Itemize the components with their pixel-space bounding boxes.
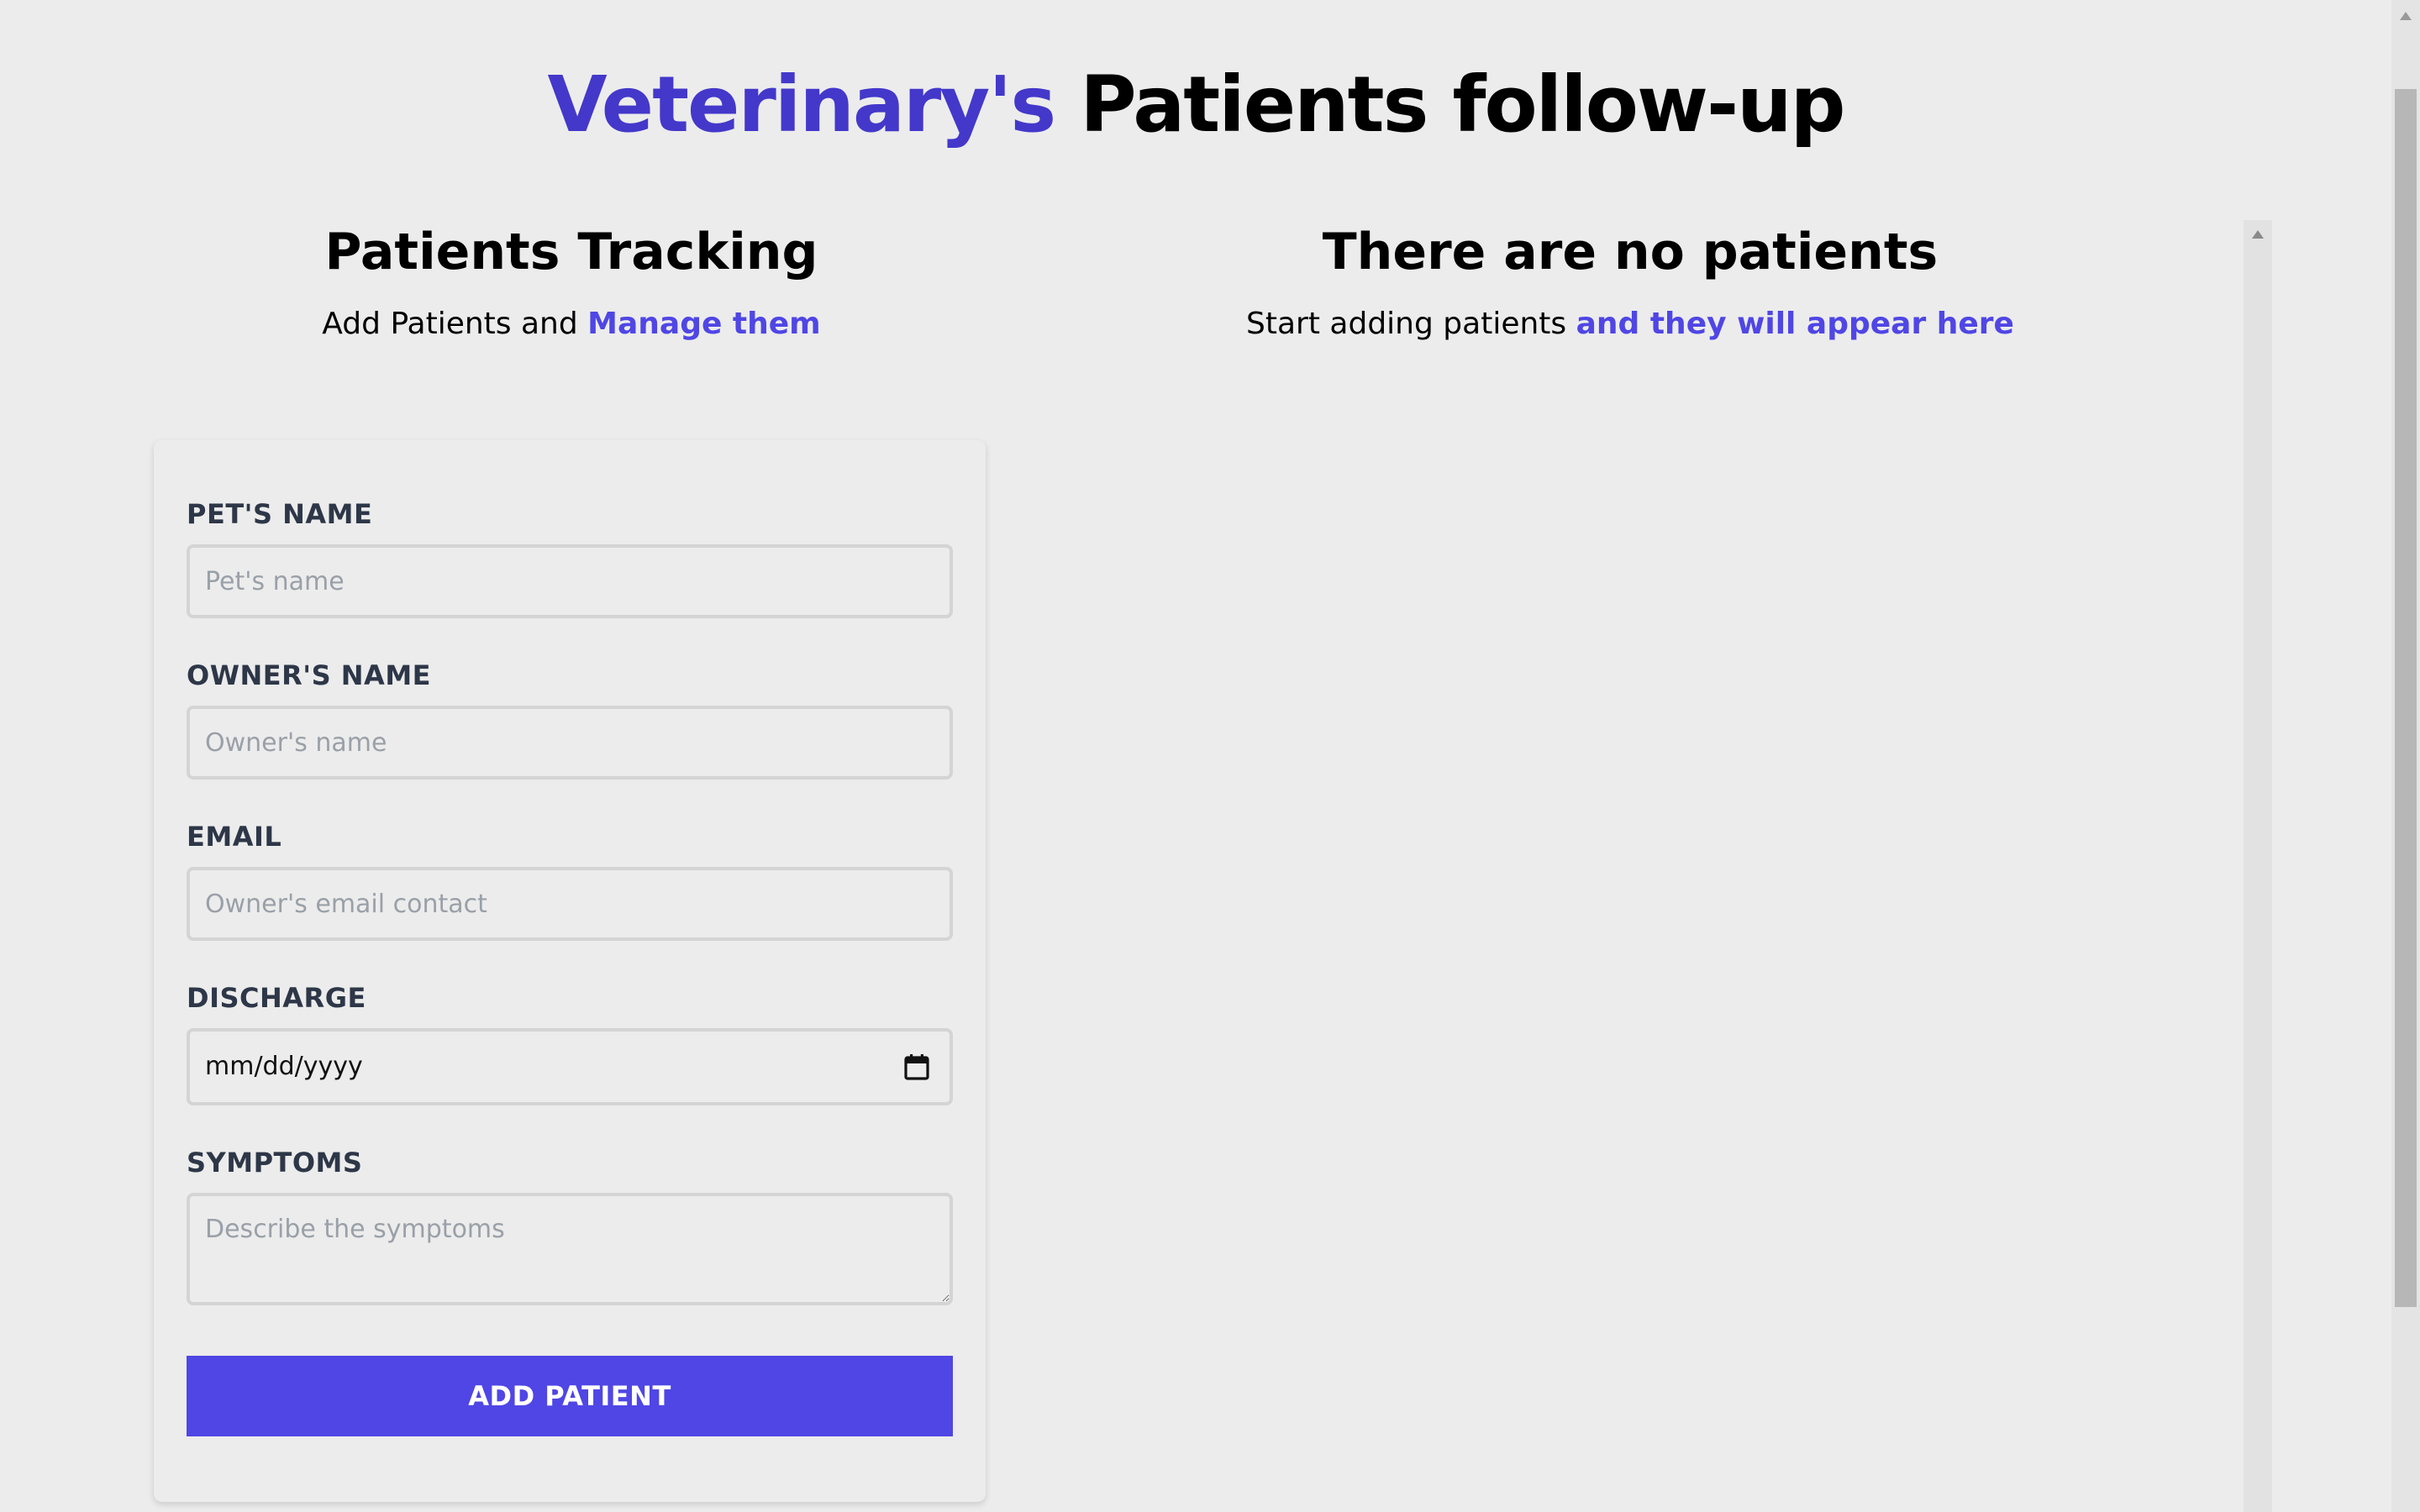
tracking-header: Patients Tracking Add Patients and Manag… [151,217,992,348]
page-title-accent: Veterinary's [547,60,1057,150]
patients-list-scrollbar[interactable] [2244,220,2272,1512]
discharge-label: DISCHARGE [187,982,366,1014]
owner-name-input[interactable] [187,706,953,780]
email-label: EMAIL [187,821,282,853]
discharge-date-placeholder: mm/dd/yyyy [205,1052,363,1081]
owner-name-label: OWNER'S NAME [187,659,432,691]
window-scrollbar[interactable] [2391,0,2420,1512]
arrow-up-icon[interactable] [2400,12,2412,20]
page-title-rest: Patients follow-up [1080,60,1845,150]
owner-name-field: OWNER'S NAME [187,659,953,780]
symptoms-field: SYMPTOMS [187,1146,953,1305]
discharge-date-input[interactable]: mm/dd/yyyy [187,1028,953,1105]
symptoms-textarea[interactable] [187,1193,953,1305]
patients-list-subtitle: Start adding patients and they will appe… [992,301,2269,348]
pet-name-label: PET'S NAME [187,498,373,530]
pet-name-field: PET'S NAME [187,497,953,618]
add-patient-button[interactable]: ADD PATIENT [187,1356,953,1436]
tracking-subtitle: Add Patients and Manage them [151,301,992,348]
tracking-subtitle-plain: Add Patients and [322,307,578,341]
email-field: EMAIL [187,820,953,941]
page: Veterinary's Patients follow-up Patients… [0,0,2420,1512]
patients-list-title: There are no patients [1322,223,1939,281]
tracking-title: Patients Tracking [324,223,818,281]
tracking-subtitle-highlight: Manage them [587,307,821,341]
discharge-field: DISCHARGE mm/dd/yyyy [187,981,953,1105]
email-input[interactable] [187,867,953,941]
pet-name-input[interactable] [187,544,953,618]
page-title: Veterinary's Patients follow-up [0,52,2391,158]
window-scrollbar-thumb[interactable] [2395,89,2417,1307]
patients-list-subtitle-highlight: and they will appear here [1576,307,2014,341]
patient-form: PET'S NAME OWNER'S NAME EMAIL DISCHARGE … [154,440,986,1502]
patients-list-header: There are no patients Start adding patie… [992,217,2269,348]
symptoms-label: SYMPTOMS [187,1147,363,1179]
calendar-icon[interactable] [904,1053,929,1080]
arrow-up-icon[interactable] [2252,230,2264,239]
patients-list-subtitle-plain: Start adding patients [1246,307,1567,341]
